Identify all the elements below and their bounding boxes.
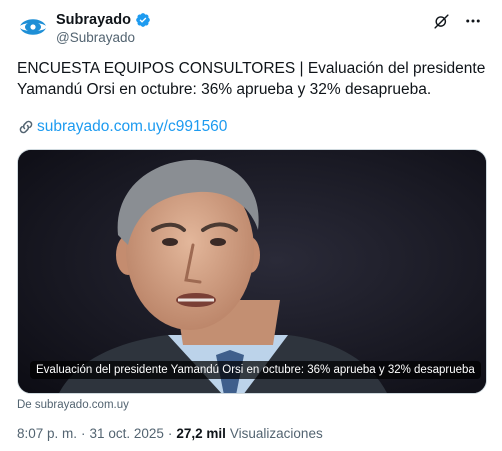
- author-info: Subrayado @Subrayado: [56, 11, 151, 45]
- views-count: 27,2 mil: [176, 426, 226, 441]
- avatar[interactable]: [17, 11, 49, 43]
- more-icon: [466, 19, 480, 23]
- tweet-time[interactable]: 8:07 p. m.: [17, 426, 77, 441]
- more-button[interactable]: [464, 12, 482, 30]
- media-photo: [18, 150, 486, 393]
- subrayado-logo-icon: [17, 11, 49, 43]
- source-link[interactable]: De subrayado.com.uy: [17, 399, 129, 411]
- media-caption: Evaluación del presidente Yamandú Orsi e…: [30, 361, 481, 379]
- grok-icon: [433, 13, 449, 29]
- grok-button[interactable]: [432, 12, 450, 30]
- media-card[interactable]: Evaluación del presidente Yamandú Orsi e…: [17, 149, 487, 394]
- tweet-card: Subrayado @Subrayado ENCUESTA EQUIPOS CO…: [0, 0, 502, 451]
- meta-separator: ·: [167, 426, 173, 441]
- display-name-row: Subrayado: [56, 11, 151, 29]
- tweet-meta: 8:07 p. m. · 31 oct. 2025 · 27,2 mil Vis…: [17, 426, 323, 441]
- verified-badge-icon: [136, 13, 150, 27]
- tweet-link[interactable]: subrayado.com.uy/c991560: [17, 118, 227, 136]
- tweet-text: ENCUESTA EQUIPOS CONSULTORES | Evaluació…: [17, 60, 486, 98]
- tweet-date[interactable]: 31 oct. 2025: [90, 426, 164, 441]
- top-actions: [432, 12, 482, 30]
- handle[interactable]: @Subrayado: [56, 30, 151, 45]
- link-icon: [19, 120, 33, 134]
- meta-separator: ·: [81, 426, 86, 441]
- tweet-link-text[interactable]: subrayado.com.uy/c991560: [37, 118, 227, 136]
- views-label: Visualizaciones: [229, 426, 323, 441]
- display-name[interactable]: Subrayado: [56, 12, 131, 28]
